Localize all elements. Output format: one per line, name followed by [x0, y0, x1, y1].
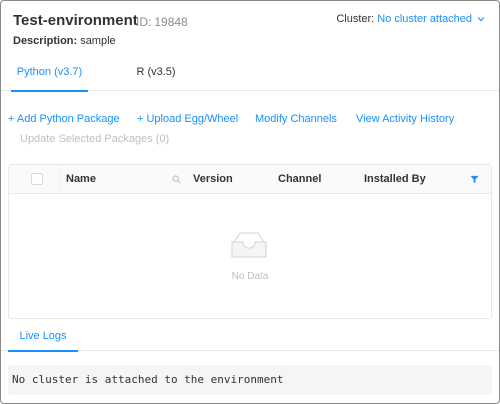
environment-id-value: 19848	[154, 15, 188, 29]
tab-live-logs[interactable]: Live Logs	[8, 323, 78, 352]
language-tabs: Python (v3.7) R (v3.5)	[1, 59, 499, 92]
cluster-label: Cluster:	[336, 13, 375, 25]
add-python-package-link[interactable]: + Add Python Package	[8, 113, 120, 125]
environment-description: Description: sample	[13, 35, 116, 47]
tab-r[interactable]: R (v3.5)	[129, 59, 183, 91]
description-value: sample	[80, 35, 116, 47]
column-header-installed-by[interactable]: Installed By	[364, 165, 426, 194]
column-header-version[interactable]: Version	[193, 165, 233, 194]
table-empty-state: No Data	[9, 194, 491, 319]
environment-id: ID: 19848	[136, 15, 188, 29]
column-divider	[59, 165, 60, 194]
view-activity-history-link[interactable]: View Activity History	[356, 113, 454, 125]
tab-python[interactable]: Python (v3.7)	[11, 59, 88, 92]
description-label: Description:	[13, 35, 78, 47]
cluster-selector: Cluster: No cluster attached	[336, 13, 485, 25]
table-header: Name Version Channel Installed By	[9, 165, 491, 194]
column-header-channel[interactable]: Channel	[278, 165, 321, 194]
environment-id-label: ID:	[136, 15, 152, 29]
environment-panel: Test-environment ID: 19848 Description: sa…	[0, 0, 500, 404]
log-output: No cluster is attached to the environmen…	[8, 365, 492, 395]
filter-icon[interactable]	[470, 175, 479, 187]
cluster-value: No cluster attached	[377, 13, 472, 25]
modify-channels-link[interactable]: Modify Channels	[255, 113, 337, 125]
search-icon[interactable]	[172, 175, 181, 187]
logs-tabs: Live Logs	[1, 323, 499, 352]
cluster-dropdown[interactable]: No cluster attached	[377, 13, 485, 25]
update-selected-packages-button[interactable]: Update Selected Packages (0)	[20, 133, 169, 145]
empty-text: No Data	[231, 271, 269, 282]
packages-table: Name Version Channel Installed By No Dat…	[8, 164, 492, 319]
empty-inbox-icon	[230, 230, 268, 265]
select-all-checkbox[interactable]	[31, 173, 43, 185]
chevron-down-icon	[477, 13, 485, 25]
column-header-name[interactable]: Name	[66, 165, 96, 194]
upload-egg-wheel-link[interactable]: + Upload Egg/Wheel	[137, 113, 238, 125]
environment-title: Test-environment	[13, 12, 138, 29]
